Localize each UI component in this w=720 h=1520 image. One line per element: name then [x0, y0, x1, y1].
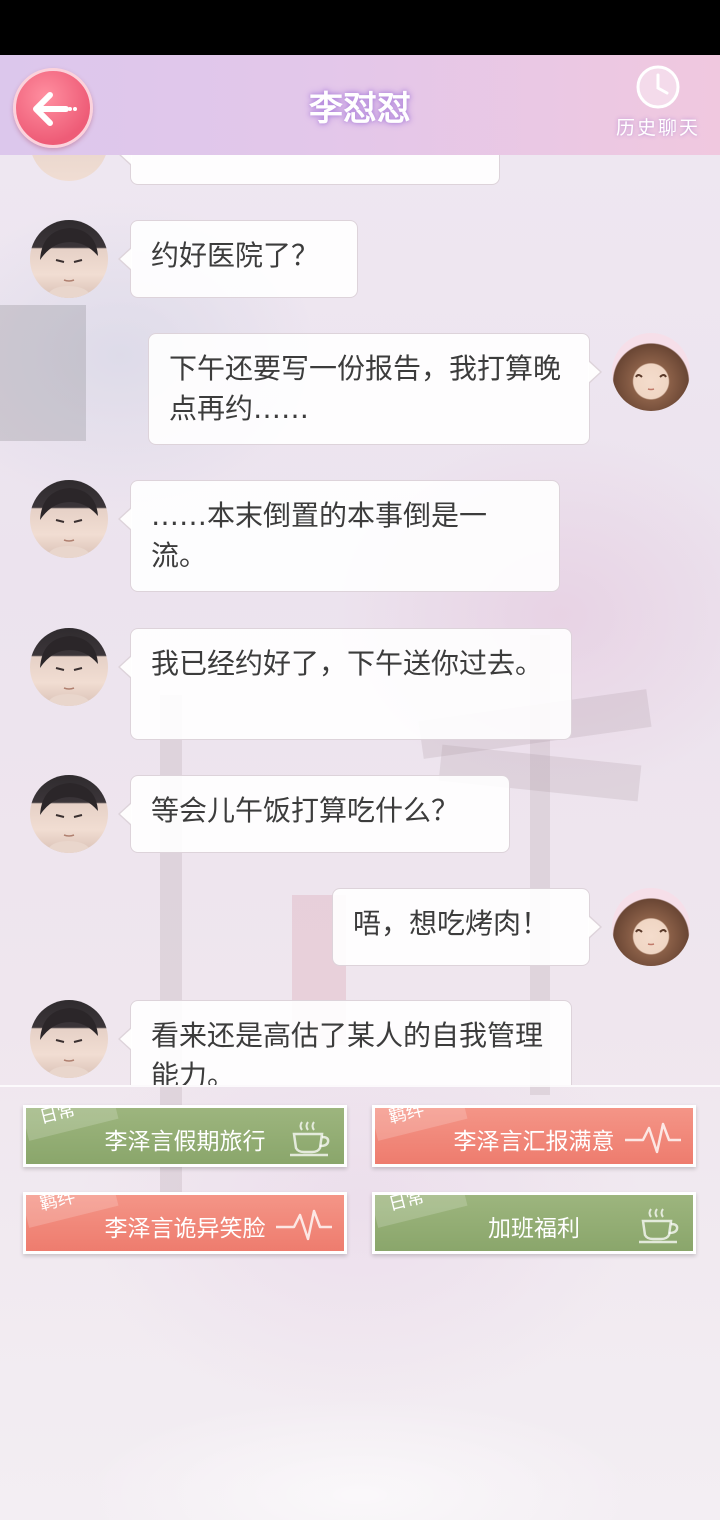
chat-bubble-incoming: 约好医院了？: [118, 220, 358, 298]
heartbeat-icon: [276, 1209, 332, 1241]
coffee-cup-icon: [290, 1121, 330, 1157]
chat-bubble-incoming: ……本末倒置的本事倒是一流。: [118, 480, 560, 592]
history-chat-button[interactable]: 历史聊天: [612, 65, 704, 150]
chat-bubble-incoming: 看来还是高估了某人的自我管理能力。: [118, 1000, 572, 1085]
status-bar: [0, 0, 720, 55]
heartbeat-icon: [625, 1122, 681, 1154]
li-zeyan-face-icon: [40, 783, 98, 853]
li-zeyan-face-icon: [40, 636, 98, 706]
player-avatar[interactable]: [612, 888, 690, 966]
reply-option-li-zeyan-holiday-trip[interactable]: 日常 李泽言假期旅行: [23, 1105, 347, 1167]
li-zeyan-avatar[interactable]: [30, 480, 108, 558]
history-chat-label: 历史聊天: [615, 117, 700, 139]
coffee-cup-icon: [639, 1208, 679, 1244]
chat-bubble-incoming: 等会儿午饭打算吃什么？: [118, 775, 510, 853]
li-zeyan-avatar[interactable]: [30, 628, 108, 706]
player-face-icon: [635, 374, 667, 391]
background-floor: [0, 1345, 720, 1520]
chat-scroll-area[interactable]: 约好医院了？ 下午还要写一份报告，我打算晚点再约…… ……本末倒置的本事倒是一流…: [0, 155, 720, 1085]
li-zeyan-avatar[interactable]: [30, 220, 108, 298]
li-zeyan-face-icon: [40, 488, 98, 558]
chat-bubble-incoming: 我已经约好了，下午送你过去。: [118, 628, 572, 740]
chat-bubble-outgoing: 下午还要写一份报告，我打算晚点再约……: [148, 333, 602, 445]
player-face-icon: [635, 929, 667, 946]
li-zeyan-face-icon: [40, 1008, 98, 1078]
chat-bubble-partial: [118, 155, 500, 185]
player-avatar[interactable]: [612, 333, 690, 411]
chat-bubble-outgoing: 唔，想吃烤肉！: [332, 888, 602, 966]
reply-option-overtime-benefit[interactable]: 日常 加班福利: [372, 1192, 696, 1254]
li-zeyan-avatar[interactable]: [30, 1000, 108, 1078]
header-bar: 李怼怼 历史聊天: [0, 55, 720, 155]
clock-icon: [636, 65, 680, 109]
li-zeyan-avatar[interactable]: [30, 775, 108, 853]
chat-options-divider: [0, 1085, 720, 1087]
reply-option-li-zeyan-strange-smile[interactable]: 羁绊 李泽言诡异笑脸: [23, 1192, 347, 1254]
li-zeyan-face-icon: [40, 228, 98, 298]
reply-option-li-zeyan-report-satisfied[interactable]: 羁绊 李泽言汇报满意: [372, 1105, 696, 1167]
li-zeyan-avatar[interactable]: [30, 155, 108, 181]
